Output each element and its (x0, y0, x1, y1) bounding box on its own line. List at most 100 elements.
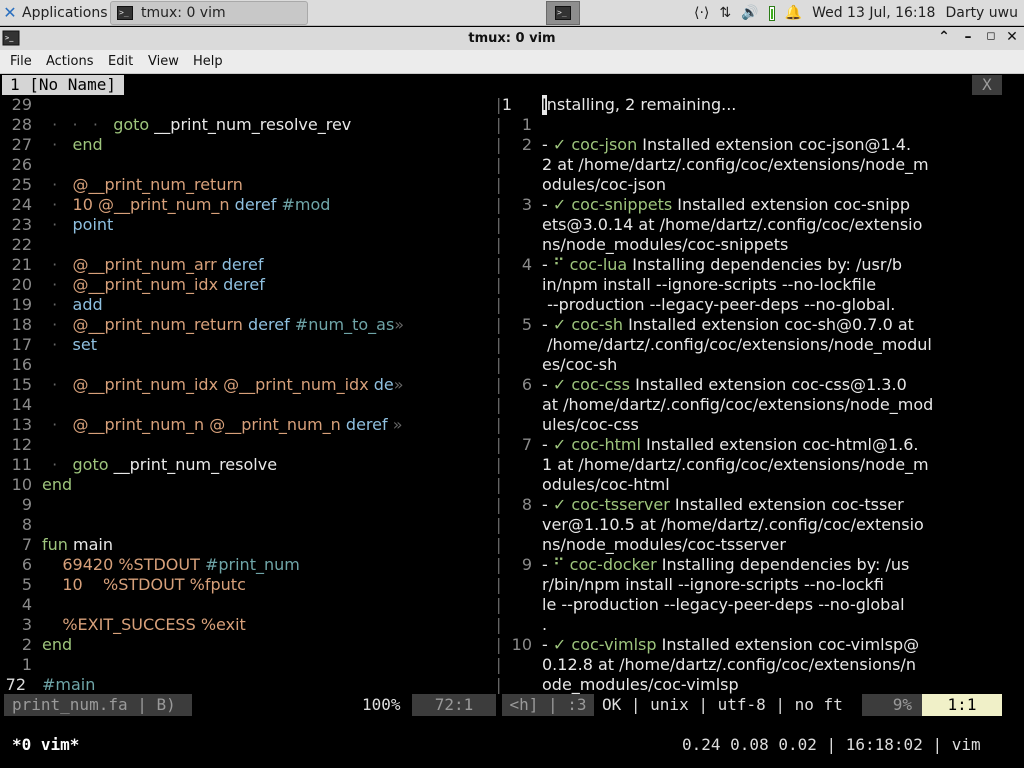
log-line[interactable]: 5- ✓ coc-sh Installed extension coc-sh@0… (496, 315, 1016, 335)
log-line[interactable]: es/coc-sh (496, 355, 1016, 375)
log-line[interactable]: 1 Installing, 2 remaining... (496, 95, 1016, 115)
code-line[interactable]: 28 · · · goto __print_num_resolve_rev (0, 115, 500, 135)
battery-icon[interactable] (768, 5, 775, 21)
window-minimize-button[interactable]: – (958, 29, 978, 47)
code-line[interactable]: 23 · point (0, 215, 500, 235)
log-line[interactable]: r/bin/npm install --ignore-scripts --no-… (496, 575, 1016, 595)
code-line[interactable]: 25 · @__print_num_return (0, 175, 500, 195)
taskbar-button-tmux[interactable]: >_ tmux: 0 vim (110, 1, 308, 25)
vim-tab-1[interactable]: 1 [No Name] (2, 75, 124, 95)
code-line[interactable]: 29 (0, 95, 500, 115)
code-token: · (42, 175, 73, 194)
log-line[interactable]: ver@1.10.5 at /home/dartz/.config/coc/ex… (496, 515, 1016, 535)
applications-label: Applications (22, 5, 108, 21)
vim-tab-close-button[interactable]: X (972, 75, 1002, 95)
code-line[interactable]: 9 (0, 495, 500, 515)
log-line[interactable]: le --production --legacy-peer-deps --no-… (496, 595, 1016, 615)
notification-bell-icon[interactable]: 🔔 (785, 5, 802, 21)
log-line[interactable]: 4- ⠋ coc-lua Installing dependencies by:… (496, 255, 1016, 275)
log-line[interactable]: 1 at /home/dartz/.config/coc/extensions/… (496, 455, 1016, 475)
code-line[interactable]: 19 · add (0, 295, 500, 315)
code-line[interactable]: 3 %EXIT_SUCCESS %exit (0, 615, 500, 635)
code-line[interactable]: 5 10 %STDOUT %fputc (0, 575, 500, 595)
code-line[interactable]: 26 (0, 155, 500, 175)
code-line[interactable]: 17 · set (0, 335, 500, 355)
code-token: point (72, 215, 114, 234)
window-close-button[interactable]: ✕ (1002, 29, 1022, 47)
menu-file[interactable]: File (10, 54, 32, 69)
code-line[interactable]: 16 (0, 355, 500, 375)
log-line[interactable]: ns/node_modules/coc-snippets (496, 235, 1016, 255)
code-token: ules/coc-css (542, 415, 639, 434)
clock[interactable]: Wed 13 Jul, 16:18 (812, 5, 935, 21)
log-line[interactable]: 9- ⠋ coc-docker Installing dependencies … (496, 555, 1016, 575)
log-line[interactable]: odules/coc-html (496, 475, 1016, 495)
code-token: 69420 (42, 555, 114, 574)
menu-view[interactable]: View (148, 54, 179, 69)
log-line[interactable]: 2 at /home/dartz/.config/coc/extensions/… (496, 155, 1016, 175)
menu-actions[interactable]: Actions (46, 54, 94, 69)
code-line[interactable]: 15 · @__print_num_idx @__print_num_idx d… (0, 375, 500, 395)
vim-tabline: 1 [No Name] X (0, 75, 1024, 95)
log-line[interactable]: . (496, 615, 1016, 635)
log-line[interactable]: /home/dartz/.config/coc/extensions/node_… (496, 335, 1016, 355)
code-line[interactable]: 72 #main (0, 675, 500, 695)
log-line[interactable]: 0.12.8 at /home/dartz/.config/coc/extens… (496, 655, 1016, 675)
window-maximize-button[interactable]: ◻ (981, 29, 1001, 47)
code-line[interactable]: 12 (0, 435, 500, 455)
code-line[interactable]: 4 (0, 595, 500, 615)
code-token: 1 at /home/dartz/.config/coc/extensions/… (542, 455, 929, 474)
menu-help[interactable]: Help (193, 54, 223, 69)
xfce-logo-icon: ✕ (3, 3, 17, 22)
log-line[interactable]: 8- ✓ coc-tsserver Installed extension co… (496, 495, 1016, 515)
code-line[interactable]: 22 (0, 235, 500, 255)
code-line[interactable]: 27 · end (0, 135, 500, 155)
code-token: » (394, 315, 405, 334)
code-token: --production --legacy-peer-deps --no-glo… (542, 295, 896, 314)
code-line[interactable]: 6 69420 %STDOUT #print_num (0, 555, 500, 575)
log-line[interactable]: odules/coc-json (496, 175, 1016, 195)
menu-edit[interactable]: Edit (108, 54, 133, 69)
log-line[interactable]: 6- ✓ coc-css Installed extension coc-css… (496, 375, 1016, 395)
tmux-window-tab[interactable]: *0 vim* (12, 734, 79, 756)
network-icon[interactable]: ⟨·⟩ (694, 5, 709, 21)
log-line[interactable]: 7- ✓ coc-html Installed extension coc-ht… (496, 435, 1016, 455)
log-line[interactable]: ode_modules/coc-vimlsp (496, 675, 1016, 695)
workspace-switcher[interactable]: >_ (546, 1, 580, 25)
log-line[interactable]: in/npm install --ignore-scripts --no-loc… (496, 275, 1016, 295)
code-line[interactable]: 14 (0, 395, 500, 415)
code-line[interactable]: 8 (0, 515, 500, 535)
window-titlebar[interactable]: >_ tmux: 0 vim ⌃ – ◻ ✕ (0, 27, 1024, 50)
log-line[interactable]: 2- ✓ coc-json Installed extension coc-js… (496, 135, 1016, 155)
code-line[interactable]: 13 · @__print_num_n @__print_num_n deref… (0, 415, 500, 435)
code-line[interactable]: 11 · goto __print_num_resolve (0, 455, 500, 475)
code-line[interactable]: 10 end (0, 475, 500, 495)
code-token: %EXIT_SUCCESS (42, 615, 196, 634)
code-line[interactable]: 7 fun main (0, 535, 500, 555)
line-number: 10 (511, 635, 532, 654)
log-line[interactable]: 3- ✓ coc-snippets Installed extension co… (496, 195, 1016, 215)
log-line[interactable]: at /home/dartz/.config/coc/extensions/no… (496, 395, 1016, 415)
log-line[interactable]: ns/node_modules/coc-tsserver (496, 535, 1016, 555)
line-content: · goto __print_num_resolve (42, 455, 490, 475)
log-line[interactable]: --production --legacy-peer-deps --no-glo… (496, 295, 1016, 315)
code-line[interactable]: 2 end (0, 635, 500, 655)
log-line[interactable]: ules/coc-css (496, 415, 1016, 435)
log-line[interactable]: ets@3.0.14 at /home/dartz/.config/coc/ex… (496, 215, 1016, 235)
code-line[interactable]: 18 · @__print_num_return deref #num_to_a… (0, 315, 500, 335)
code-line[interactable]: 20 · @__print_num_idx deref (0, 275, 500, 295)
code-line[interactable]: 1 (0, 655, 500, 675)
log-line[interactable]: 10- ✓ coc-vimlsp Installed extension coc… (496, 635, 1016, 655)
window-shade-button[interactable]: ⌃ (934, 29, 954, 47)
volume-icon[interactable]: 🔊 (741, 5, 758, 21)
user-menu[interactable]: Darty uwu (945, 5, 1018, 21)
code-token: set (72, 335, 97, 354)
log-line[interactable]: 1 (496, 115, 1016, 135)
code-token: ns/node_modules/coc-tsserver (542, 535, 786, 554)
code-line[interactable]: 21 · @__print_num_arr deref (0, 255, 500, 275)
code-line[interactable]: 24 · 10 @__print_num_n deref #mod (0, 195, 500, 215)
applications-menu[interactable]: ✕ Applications (0, 0, 108, 26)
log-text: at /home/dartz/.config/coc/extensions/no… (542, 395, 1012, 415)
menubar: File Actions Edit View Help (0, 50, 1024, 74)
transfer-arrows-icon[interactable]: ⇅ (719, 5, 731, 21)
